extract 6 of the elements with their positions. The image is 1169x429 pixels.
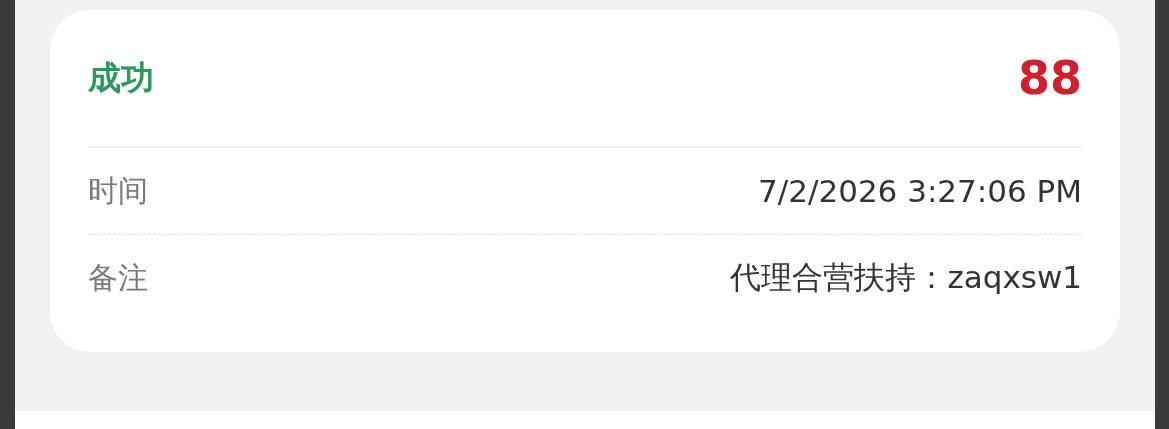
field-value: 代理合营扶持：zaqxsw1 — [730, 258, 1082, 297]
amount: 88 — [1018, 51, 1082, 105]
field-value: 7/2/2026 3:27:06 PM — [758, 173, 1082, 209]
field-label: 备注 — [88, 258, 148, 297]
status-label: 成功 — [88, 56, 154, 99]
field-label: 时间 — [88, 171, 148, 210]
